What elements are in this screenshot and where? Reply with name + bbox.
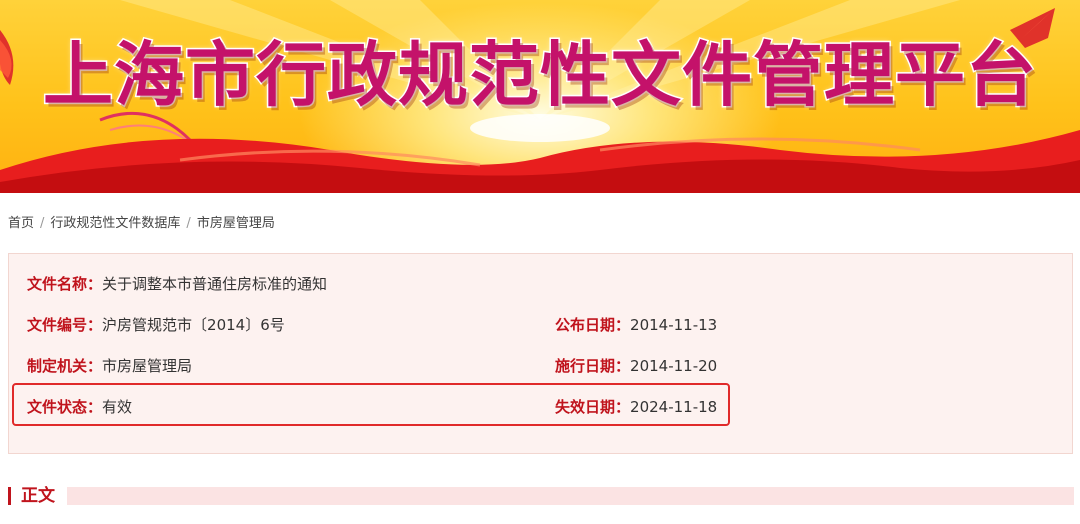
breadcrumb: 首页 / 行政规范性文件数据库 / 市房屋管理局	[8, 214, 275, 234]
breadcrumb-separator: /	[40, 216, 45, 231]
section-accent-bar	[8, 487, 11, 505]
site-title: 上海市行政规范性文件管理平台	[42, 33, 1038, 118]
header-banner: 上海市行政规范性文件管理平台	[0, 0, 1080, 193]
breadcrumb-current: 市房屋管理局	[196, 216, 275, 231]
field-colon: ：	[87, 316, 103, 334]
expiry-date-value: 2024-11-18	[630, 398, 718, 416]
document-name-value: 关于调整本市普通住房标准的通知	[102, 275, 328, 293]
field-issuing-agency: 制定机关：市房屋管理局	[27, 355, 192, 377]
field-label: 制定机关	[27, 357, 88, 375]
section-title: 正文	[21, 486, 55, 506]
field-publish-date: 公布日期：2014-11-13	[555, 314, 717, 336]
field-document-number: 文件编号：沪房管规范市〔2014〕6号	[27, 314, 285, 336]
breadcrumb-separator: /	[186, 216, 191, 231]
field-document-status: 文件状态：有效	[27, 396, 132, 418]
field-colon: ：	[615, 316, 631, 334]
field-label: 文件状态	[27, 398, 88, 416]
field-label: 公布日期	[555, 316, 616, 334]
breadcrumb-database-link[interactable]: 行政规范性文件数据库	[50, 216, 180, 231]
field-document-name: 文件名称：关于调整本市普通住房标准的通知	[27, 273, 327, 295]
field-label: 文件编号	[27, 316, 88, 334]
field-expiry-date: 失效日期：2024-11-18	[555, 396, 717, 418]
field-colon: ：	[615, 357, 631, 375]
field-colon: ：	[87, 275, 103, 293]
breadcrumb-home-link[interactable]: 首页	[8, 216, 34, 231]
field-label: 文件名称	[27, 275, 88, 293]
field-label: 施行日期	[555, 357, 616, 375]
section-divider	[67, 487, 1074, 505]
field-label: 失效日期	[555, 398, 616, 416]
document-number-value: 沪房管规范市〔2014〕6号	[102, 316, 285, 334]
field-effective-date: 施行日期：2014-11-20	[555, 355, 717, 377]
field-colon: ：	[87, 357, 103, 375]
field-colon: ：	[615, 398, 631, 416]
issuing-agency-value: 市房屋管理局	[102, 357, 193, 375]
publish-date-value: 2014-11-13	[630, 316, 718, 334]
section-header-body: 正文	[8, 484, 1074, 508]
field-colon: ：	[87, 398, 103, 416]
effective-date-value: 2014-11-20	[630, 357, 718, 375]
document-status-value: 有效	[102, 398, 133, 416]
